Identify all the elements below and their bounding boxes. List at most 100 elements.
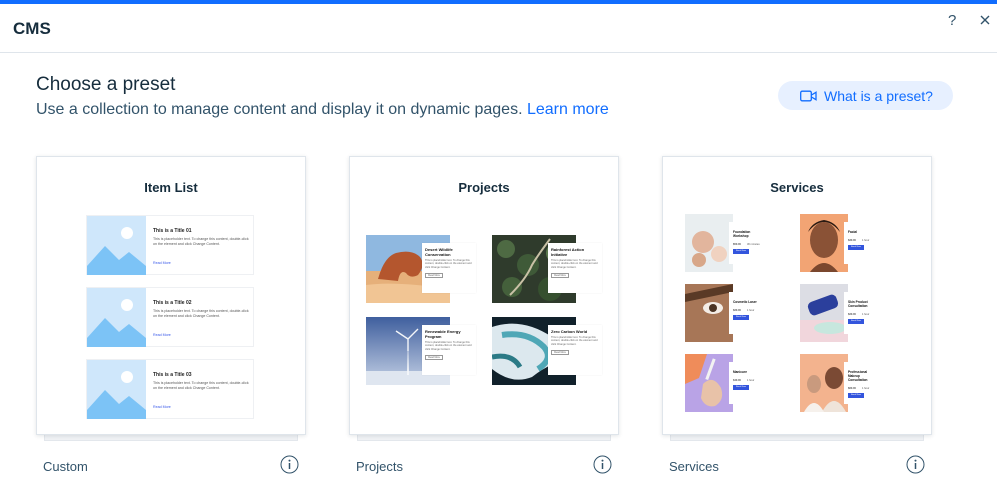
item-link: Read More [153, 405, 171, 409]
service-duration: 1 hour [861, 387, 870, 390]
list-item: This is a Title 02 This is placeholder t… [86, 287, 254, 347]
service-price: $30.00 [848, 239, 856, 242]
service-duration: 1 hour [861, 239, 870, 242]
service-item: Foundation Workshop $50.00 30 minutes Boo… [685, 214, 763, 272]
close-button[interactable] [977, 12, 993, 28]
service-image [800, 354, 848, 412]
project-item: Desert Wildlife Conservation This is pla… [366, 235, 476, 303]
project-title: Desert Wildlife Conservation [425, 247, 453, 257]
service-item: Manicure $40.00 1 hour Book Now [685, 354, 763, 412]
header: CMS ? [0, 4, 997, 53]
service-duration: 1 hour [746, 379, 755, 382]
item-link: Read More [153, 333, 171, 337]
card-heading: Services [770, 180, 824, 195]
service-item: Professional Makeup Consultation $60.00 1… [800, 354, 878, 412]
service-meta: $40.00 1 hour [733, 379, 761, 382]
help-button[interactable]: ? [948, 12, 956, 29]
project-text: This is placeholder text. To change this… [551, 336, 598, 346]
image-placeholder-icon [87, 216, 146, 275]
service-price: $60.00 [848, 387, 856, 390]
book-now-button: Book Now [733, 249, 749, 254]
service-title: Cosmetic Laser [733, 300, 757, 304]
service-item: Skin Product Consultation $20.00 1 hour B… [800, 284, 878, 342]
service-title: Professional Makeup Consultation [848, 370, 868, 382]
learn-more-link[interactable]: Learn more [527, 101, 609, 118]
panel-title: CMS [13, 19, 51, 38]
project-button: Read More [551, 350, 569, 356]
service-image [800, 284, 848, 342]
service-title: Skin Product Consultation [848, 300, 868, 308]
project-item: Renewable Energy Program This is placeho… [366, 317, 476, 385]
info-icon [280, 455, 299, 474]
info-icon [906, 455, 925, 474]
info-button[interactable] [906, 455, 925, 474]
item-text: This is placeholder text. To change this… [153, 309, 249, 318]
preset-card-item-list[interactable]: Item List This is a Title 01 This is pla… [36, 156, 306, 435]
card-stack-edge [357, 435, 611, 441]
project-button: Read More [551, 273, 569, 279]
service-card: Manicure $40.00 1 hour Book Now [729, 362, 763, 404]
service-title: Manicure [733, 370, 747, 374]
service-price: $20.00 [848, 313, 856, 316]
subtitle-text: Use a collection to manage content and d… [36, 101, 523, 118]
page-subtitle: Use a collection to manage content and d… [36, 101, 609, 119]
service-meta: $20.00 1 hour [848, 313, 876, 316]
image-placeholder-icon [87, 360, 146, 419]
service-meta: $20.00 1 hour [733, 309, 761, 312]
what-is-preset-button[interactable]: What is a preset? [778, 81, 953, 110]
item-text: This is placeholder text. To change this… [153, 237, 249, 246]
project-text: This is placeholder text. To change this… [551, 259, 598, 269]
service-card: Foundation Workshop $50.00 30 minutes Boo… [729, 222, 763, 264]
project-title: Rainforest Action Initiative [551, 247, 585, 257]
book-now-button: Book Now [848, 393, 864, 398]
item-title: This is a Title 02 [153, 300, 192, 306]
video-icon [800, 90, 817, 101]
service-item: Facial $30.00 1 hour Book Now [800, 214, 878, 272]
project-button: Read More [425, 273, 443, 279]
project-card: Rainforest Action Initiative This is pla… [548, 243, 602, 293]
service-image [685, 354, 733, 412]
card-label-projects: Projects [356, 459, 403, 474]
service-title: Foundation Workshop [733, 230, 751, 238]
project-title: Renewable Energy Program [425, 329, 461, 339]
service-duration: 1 hour [861, 313, 870, 316]
project-card: Desert Wildlife Conservation This is pla… [422, 243, 476, 293]
project-title: Zero Carbon World [551, 329, 588, 334]
book-now-button: Book Now [733, 385, 749, 390]
book-now-button: Book Now [733, 315, 749, 320]
service-price: $40.00 [733, 379, 741, 382]
service-card: Facial $30.00 1 hour Book Now [844, 222, 878, 264]
page-title: Choose a preset [36, 74, 176, 95]
card-label-custom: Custom [43, 459, 88, 474]
preset-card-services[interactable]: Services Foundation Workshop $50.00 30 mi… [662, 156, 932, 435]
book-now-button: Book Now [848, 245, 864, 250]
info-icon [593, 455, 612, 474]
project-button: Read More [425, 355, 443, 361]
card-label-services: Services [669, 459, 719, 474]
project-card: Renewable Energy Program This is placeho… [422, 325, 476, 375]
close-icon [980, 15, 990, 25]
service-card: Professional Makeup Consultation $60.00 1… [844, 362, 878, 404]
service-item: Cosmetic Laser $20.00 1 hour Book Now [685, 284, 763, 342]
image-placeholder-icon [87, 288, 146, 347]
item-text: This is placeholder text. To change this… [153, 381, 249, 390]
project-item: Rainforest Action Initiative This is pla… [492, 235, 602, 303]
card-heading: Item List [144, 180, 198, 195]
service-duration: 1 hour [746, 309, 755, 312]
item-title: This is a Title 01 [153, 228, 192, 234]
service-image [685, 284, 733, 342]
card-stack-edge [670, 435, 924, 441]
project-text: This is placeholder text. To change this… [425, 341, 472, 351]
preset-card-projects[interactable]: Projects Desert Wildlife Conservation Th… [349, 156, 619, 435]
service-price: $20.00 [733, 309, 741, 312]
item-title: This is a Title 03 [153, 372, 192, 378]
service-meta: $30.00 1 hour [848, 239, 876, 242]
info-button[interactable] [593, 455, 612, 474]
list-item: This is a Title 03 This is placeholder t… [86, 359, 254, 419]
list-item: This is a Title 01 This is placeholder t… [86, 215, 254, 275]
book-now-button: Book Now [848, 319, 864, 324]
service-duration: 30 minutes [746, 243, 760, 246]
service-card: Cosmetic Laser $20.00 1 hour Book Now [729, 292, 763, 334]
project-card: Zero Carbon World This is placeholder te… [548, 325, 602, 375]
info-button[interactable] [280, 455, 299, 474]
